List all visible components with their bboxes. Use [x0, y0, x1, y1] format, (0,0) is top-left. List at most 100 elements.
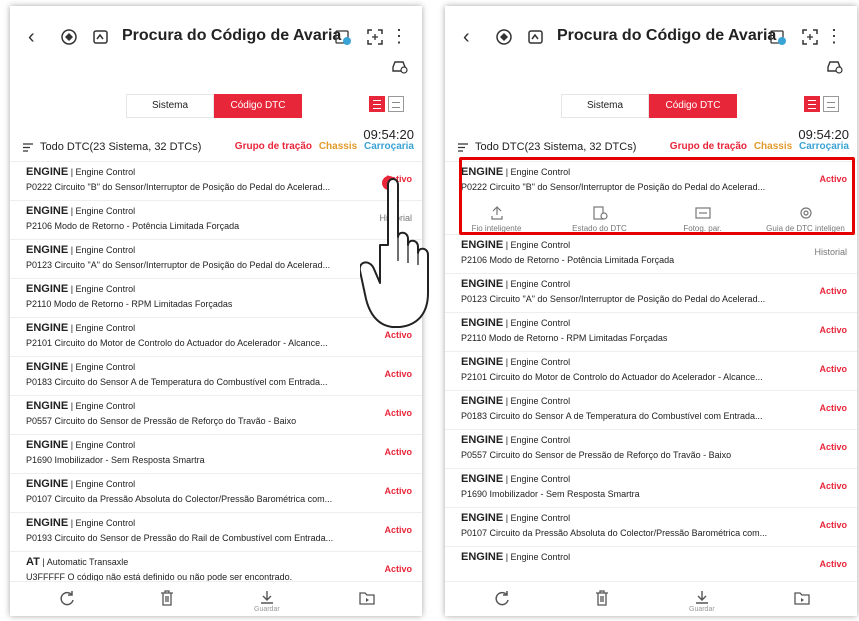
filter-list-icon[interactable]	[457, 142, 469, 153]
tab-sistema[interactable]: Sistema	[561, 94, 649, 118]
report-icon[interactable]	[769, 28, 787, 46]
dtc-system: ENGINE | Engine Control	[461, 551, 571, 563]
subsystem-name: Engine Control	[510, 435, 571, 445]
car-settings-icon[interactable]	[390, 58, 408, 74]
vehicle-scan-icon[interactable]	[527, 28, 545, 46]
dtc-row[interactable]: ENGINE | Engine Control P0193 Circuito do…	[10, 512, 422, 551]
dtc-row[interactable]: ENGINE | Engine Control P0123 Circuito "A…	[445, 273, 857, 312]
tab-codigo-dtc[interactable]: Código DTC	[649, 94, 737, 118]
filter-list-icon[interactable]	[22, 142, 34, 153]
dtc-status-badge: Activo	[384, 525, 412, 535]
back-button[interactable]: ‹	[28, 26, 35, 49]
list-view-button[interactable]	[804, 96, 820, 112]
dtc-row[interactable]: ENGINE | Engine Control Activo	[445, 546, 857, 585]
report-icon[interactable]	[334, 28, 352, 46]
subsystem-name: Engine Control	[510, 552, 571, 562]
dtc-row[interactable]: ENGINE | Engine Control P0557 Circuito do…	[10, 395, 422, 434]
grid-view-button[interactable]	[823, 96, 839, 112]
subsystem-name: Engine Control	[510, 279, 571, 289]
subsystem-name: Engine Control	[75, 284, 136, 294]
list-view-button[interactable]	[369, 96, 385, 112]
delete-icon[interactable]	[158, 589, 176, 607]
filter-body[interactable]: Carroçaria	[799, 141, 849, 152]
dtc-status-badge: Activo	[819, 325, 847, 335]
back-button[interactable]: ‹	[463, 26, 470, 49]
dtc-system: ENGINE | Engine Control	[26, 283, 136, 295]
dtc-row[interactable]: ENGINE | Engine Control P0557 Circuito do…	[445, 429, 857, 468]
subsystem-name: Engine Control	[75, 401, 136, 411]
filter-chassis[interactable]: Chassis	[319, 141, 357, 152]
dtc-system: ENGINE | Engine Control	[26, 166, 136, 178]
save-icon[interactable]	[258, 589, 276, 607]
dtc-status-badge: Activo	[819, 559, 847, 569]
vci-icon[interactable]	[495, 28, 513, 46]
save-label: Guardar	[689, 606, 715, 613]
dtc-status-badge: Activo	[819, 364, 847, 374]
dtc-system: ENGINE | Engine Control	[461, 395, 571, 407]
folder-icon[interactable]	[793, 589, 811, 607]
save-icon[interactable]	[693, 589, 711, 607]
dtc-system: ENGINE | Engine Control	[461, 473, 571, 485]
system-name: ENGINE	[26, 400, 69, 412]
system-name: ENGINE	[461, 551, 504, 563]
filter-powertrain[interactable]: Grupo de tração	[235, 141, 312, 152]
dtc-description: P0107 Circuito da Pressão Absoluta do Co…	[26, 494, 333, 504]
filter-powertrain[interactable]: Grupo de tração	[670, 141, 747, 152]
dtc-row[interactable]: ENGINE | Engine Control P2110 Modo de Ret…	[445, 312, 857, 351]
bottom-toolbar: Guardar	[445, 581, 857, 616]
filter-chassis[interactable]: Chassis	[754, 141, 792, 152]
dtc-row[interactable]: ENGINE | Engine Control P0107 Circuito da…	[10, 473, 422, 512]
screenshot-icon[interactable]	[801, 28, 819, 46]
subsystem-name: Engine Control	[75, 206, 136, 216]
dtc-description: P0123 Circuito "A" do Sensor/Interruptor…	[26, 260, 331, 270]
dtc-row[interactable]: ENGINE | Engine Control P1690 Imobilizado…	[445, 468, 857, 507]
refresh-icon[interactable]	[58, 589, 76, 607]
view-tabs: Sistema Código DTC	[126, 94, 302, 118]
vehicle-scan-icon[interactable]	[92, 28, 110, 46]
dtc-description: P0183 Circuito do Sensor A de Temperatur…	[26, 377, 328, 387]
menu-icon[interactable]: ⋮	[390, 26, 408, 47]
menu-icon[interactable]: ⋮	[825, 26, 843, 47]
system-name: ENGINE	[26, 244, 69, 256]
car-settings-icon[interactable]	[825, 58, 843, 74]
dtc-description: P0123 Circuito "A" do Sensor/Interruptor…	[461, 294, 766, 304]
dtc-row[interactable]: ENGINE | Engine Control P0183 Circuito do…	[445, 390, 857, 429]
system-name: ENGINE	[461, 239, 504, 251]
dtc-system: ENGINE | Engine Control	[26, 322, 136, 334]
dtc-description: P0107 Circuito da Pressão Absoluta do Co…	[461, 528, 768, 538]
system-name: ENGINE	[461, 278, 504, 290]
dtc-description: P0222 Circuito "B" do Sensor/Interruptor…	[26, 182, 331, 192]
dtc-status-badge: Activo	[384, 408, 412, 418]
dtc-description: P0557 Circuito do Sensor de Pressão de R…	[26, 416, 297, 426]
screenshot-icon[interactable]	[366, 28, 384, 46]
delete-icon[interactable]	[593, 589, 611, 607]
dtc-row[interactable]: ENGINE | Engine Control P2106 Modo de Ret…	[445, 234, 857, 273]
refresh-icon[interactable]	[493, 589, 511, 607]
system-name: ENGINE	[461, 473, 504, 485]
dtc-system: ENGINE | Engine Control	[461, 317, 571, 329]
grid-view-button[interactable]	[388, 96, 404, 112]
tab-sistema[interactable]: Sistema	[126, 94, 214, 118]
save-label: Guardar	[254, 606, 280, 613]
filter-body[interactable]: Carroçaria	[364, 141, 414, 152]
dtc-row[interactable]: ENGINE | Engine Control P0183 Circuito do…	[10, 356, 422, 395]
dtc-system: ENGINE | Engine Control	[26, 244, 136, 256]
dtc-row[interactable]: ENGINE | Engine Control P2101 Circuito do…	[445, 351, 857, 390]
dtc-status-badge: Activo	[384, 564, 412, 574]
system-name: ENGINE	[26, 283, 69, 295]
dtc-filter-bar: Todo DTC(23 Sistema, 32 DTCs) Grupo de t…	[455, 140, 849, 158]
dtc-system: ENGINE | Engine Control	[26, 439, 136, 451]
hand-pointer-icon	[360, 178, 429, 328]
tab-codigo-dtc[interactable]: Código DTC	[214, 94, 302, 118]
folder-icon[interactable]	[358, 589, 376, 607]
dtc-system: ENGINE | Engine Control	[461, 278, 571, 290]
dtc-row[interactable]: ENGINE | Engine Control P1690 Imobilizado…	[10, 434, 422, 473]
dtc-description: P1690 Imobilizador - Sem Resposta Smartr…	[26, 455, 205, 465]
header: ‹ Procura do Código de Avaria ⋮	[10, 24, 422, 52]
vci-icon[interactable]	[60, 28, 78, 46]
subsystem-name: Engine Control	[75, 245, 136, 255]
dtc-count-label: Todo DTC(23 Sistema, 32 DTCs)	[475, 141, 637, 153]
view-tabs: Sistema Código DTC	[561, 94, 737, 118]
system-name: ENGINE	[461, 317, 504, 329]
dtc-row[interactable]: ENGINE | Engine Control P0107 Circuito da…	[445, 507, 857, 546]
